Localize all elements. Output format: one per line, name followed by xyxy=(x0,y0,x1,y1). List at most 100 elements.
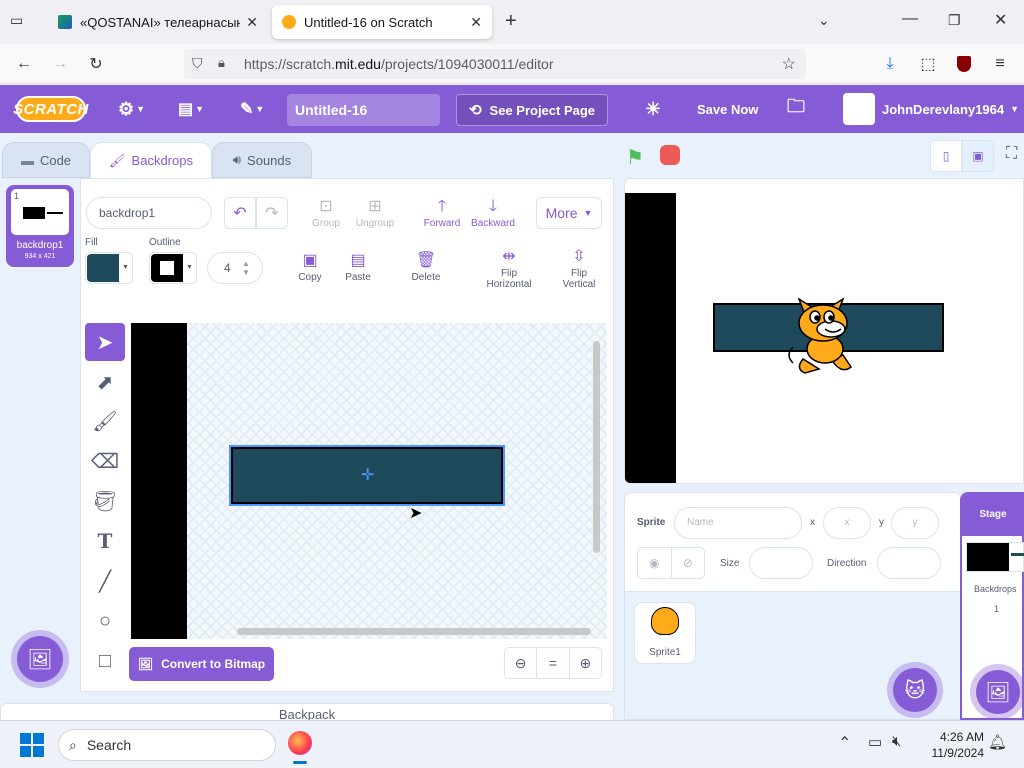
shield-icon[interactable]: ⛉ xyxy=(192,55,203,72)
tab-list-icon[interactable]: ▭ xyxy=(10,12,30,32)
reshape-tool[interactable]: ⬈ xyxy=(85,363,125,401)
browser-tab-qostanai[interactable]: «QOSTANAI» телеарнасының ✕ xyxy=(48,5,268,39)
text-tool[interactable]: T xyxy=(85,522,125,560)
tab-sounds[interactable]: 🔊︎ Sounds xyxy=(212,142,312,178)
backward-button[interactable]: 🡓 Backward xyxy=(470,196,516,229)
settings-menu[interactable]: ⚙ ▼ xyxy=(118,85,145,133)
close-window-button[interactable]: ✕ xyxy=(994,10,1007,30)
app-menu-icon[interactable]: ≡ xyxy=(988,52,1012,76)
vertical-scrollbar[interactable] xyxy=(593,341,600,553)
outline-color-picker[interactable]: ▼ xyxy=(149,252,197,284)
reload-icon[interactable]: ↻ xyxy=(84,52,108,76)
back-arrow-icon[interactable]: ← xyxy=(12,52,36,76)
volume-muted-icon[interactable]: 🔇︎ xyxy=(892,733,901,750)
copy-button[interactable]: ▣ Copy xyxy=(294,250,326,283)
browser-tab-scratch[interactable]: Untitled-16 on Scratch ✕ xyxy=(272,5,492,39)
clock[interactable]: 4:26 AM 11/9/2024 xyxy=(922,729,985,761)
save-now-button[interactable]: Save Now xyxy=(697,85,758,133)
backdrop-tile[interactable]: 1 backdrop1 934 x 421 xyxy=(6,185,74,267)
see-project-page-button[interactable]: ⟲ See Project Page xyxy=(456,94,608,126)
new-tab-button[interactable]: + xyxy=(505,10,517,33)
fill-color-picker[interactable]: ▼ xyxy=(85,252,133,284)
ungroup-button[interactable]: ⊞ Ungroup xyxy=(352,196,398,229)
network-icon[interactable]: ▭ xyxy=(868,733,882,751)
forward-arrow-icon[interactable]: → xyxy=(48,52,72,76)
close-tab-icon[interactable]: ✕ xyxy=(470,14,482,31)
select-tool[interactable]: ➤ xyxy=(85,323,125,361)
stop-sign-icon[interactable] xyxy=(660,145,680,165)
project-title-input[interactable]: Untitled-16 xyxy=(287,94,440,126)
scratch-logo[interactable]: SCRATCH xyxy=(13,96,88,122)
file-menu[interactable]: ▤ ▼ xyxy=(178,85,204,133)
delete-button[interactable]: 🗑︎ Delete xyxy=(404,250,448,283)
stage-canvas[interactable] xyxy=(624,178,1024,484)
maximize-button[interactable]: ❐ xyxy=(948,12,961,29)
choose-backdrop-button[interactable]: 🖼︎ xyxy=(17,636,63,682)
x-input[interactable]: x xyxy=(823,507,871,539)
flip-horizontal-button[interactable]: ⇹ Flip Horizontal xyxy=(482,246,536,290)
stage-target-panel[interactable]: Stage Backdrops 1 🖼︎ xyxy=(960,492,1024,720)
horizontal-scrollbar[interactable] xyxy=(237,628,591,635)
flip-vertical-button[interactable]: ⇳ Flip Vertical xyxy=(556,246,602,290)
firefox-taskbar-icon[interactable] xyxy=(288,731,312,755)
lock-icon[interactable]: 🔒︎ xyxy=(218,55,225,71)
outline-width-stepper[interactable]: 4 ▲ ▼ xyxy=(207,252,263,284)
url-bar[interactable]: ⛉ 🔒︎ https://scratch. mit.edu/projects/10… xyxy=(184,49,806,79)
paint-canvas[interactable]: ✛ ➤ xyxy=(131,323,607,639)
chevron-up-icon[interactable]: ⌃ xyxy=(838,733,851,753)
choose-sprite-button[interactable]: 🐱︎ xyxy=(893,668,937,712)
large-stage-button[interactable]: ▣ xyxy=(962,140,994,172)
direction-input[interactable] xyxy=(877,547,941,579)
show-eye-icon[interactable]: ◉ xyxy=(638,548,672,578)
circle-tool[interactable]: ○ xyxy=(85,602,125,640)
minimize-button[interactable]: — xyxy=(902,10,918,28)
costume-name-input[interactable]: backdrop1 xyxy=(86,197,212,229)
tab-backdrops[interactable]: 🖌︎ Backdrops xyxy=(90,142,212,178)
ublock-icon[interactable] xyxy=(952,52,976,76)
redo-button[interactable]: ↷ xyxy=(256,197,288,229)
group-button[interactable]: ⊡ Group xyxy=(308,196,344,229)
line-tool[interactable]: ╱ xyxy=(85,562,125,600)
rectangle-tool[interactable]: □ xyxy=(85,642,125,680)
forward-button[interactable]: 🡑 Forward xyxy=(420,196,464,229)
sprite-tile[interactable]: Sprite1 xyxy=(634,602,696,664)
account-menu[interactable]: JohnDerevlany1964 ▼ xyxy=(843,85,1019,133)
paste-button[interactable]: ▤ Paste xyxy=(340,250,376,283)
windows-start-icon[interactable] xyxy=(20,733,44,757)
stepper-arrows-icon[interactable]: ▲ ▼ xyxy=(242,259,250,277)
avatar xyxy=(843,93,875,125)
hide-eye-icon[interactable]: ⊘ xyxy=(672,548,705,578)
lightbulb-icon[interactable]: ☀ xyxy=(645,85,661,133)
zoom-in-icon[interactable]: ⊕ xyxy=(570,648,601,678)
extensions-icon[interactable]: ⬚ xyxy=(916,52,940,76)
size-input[interactable] xyxy=(749,547,813,579)
stage-panel-header: Stage xyxy=(962,494,1024,536)
undo-button[interactable]: ↶ xyxy=(224,197,256,229)
my-stuff-folder-icon[interactable]: 🗀︎ xyxy=(787,85,805,133)
brush-tool[interactable]: 🖌︎ xyxy=(85,402,125,440)
edit-menu[interactable]: ✎ ▼ xyxy=(240,85,264,133)
taskbar-search[interactable]: ⌕ Search xyxy=(58,729,276,761)
tab-code[interactable]: ▬ Code xyxy=(2,142,90,178)
backpack-header[interactable]: Backpack xyxy=(0,703,614,722)
eraser-tool[interactable]: ⌫ xyxy=(85,442,125,480)
fill-tool[interactable]: 🪣︎ xyxy=(85,482,125,520)
convert-to-bitmap-button[interactable]: 🖼︎ Convert to Bitmap xyxy=(129,647,274,681)
scratch-cat-sprite[interactable] xyxy=(785,289,865,377)
zoom-out-icon[interactable]: ⊖ xyxy=(505,648,538,678)
more-dropdown[interactable]: More ▼ xyxy=(536,197,602,229)
y-input[interactable]: y xyxy=(891,507,939,539)
downloads-icon[interactable]: ⤓ xyxy=(878,52,902,76)
choose-backdrop-stage-button[interactable]: 🖼︎ xyxy=(976,670,1020,714)
close-tab-icon[interactable]: ✕ xyxy=(246,14,258,31)
zoom-reset-button[interactable]: = xyxy=(537,648,570,678)
bookmark-star-icon[interactable]: ☆ xyxy=(782,54,796,74)
notification-bell-icon[interactable]: 🔔︎ xyxy=(988,733,1007,751)
black-bar-shape[interactable] xyxy=(131,323,187,639)
green-flag-icon[interactable]: ⚑ xyxy=(626,145,644,170)
selected-rectangle-shape[interactable]: ✛ xyxy=(229,445,505,506)
small-stage-button[interactable]: ▯ xyxy=(930,140,962,172)
fullscreen-icon[interactable]: ⛶ xyxy=(1006,145,1017,163)
list-all-tabs-icon[interactable]: ⌄ xyxy=(818,12,830,29)
sprite-name-input[interactable]: Name xyxy=(674,507,802,539)
